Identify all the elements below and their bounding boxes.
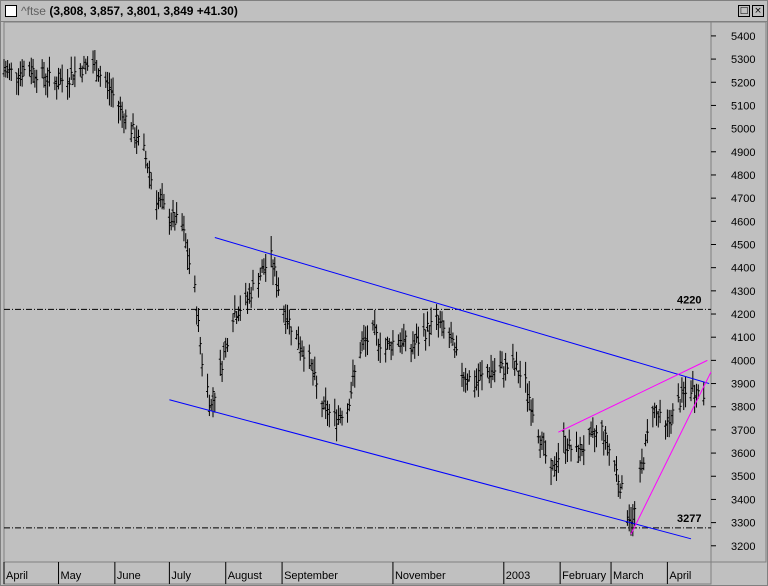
x-tick-label: August: [228, 570, 262, 582]
y-tick-label: 4100: [731, 332, 755, 344]
y-tick-label: 3800: [731, 402, 755, 414]
y-tick-label: 5300: [731, 54, 755, 66]
x-tick-label: April: [669, 570, 691, 582]
y-tick-label: 3600: [731, 448, 755, 460]
y-tick-label: 3400: [731, 494, 755, 506]
x-tick-label: April: [6, 570, 28, 582]
y-tick-label: 4000: [731, 355, 755, 367]
y-tick-label: 3500: [731, 471, 755, 483]
y-tick-label: 4400: [731, 263, 755, 275]
y-tick-label: 5200: [731, 77, 755, 89]
x-tick-label: June: [117, 570, 141, 582]
y-tick-label: 3900: [731, 379, 755, 391]
y-tick-label: 4800: [731, 170, 755, 182]
y-tick-label: 5400: [731, 31, 755, 43]
plot-area: [3, 21, 712, 563]
price-chart: 3200 3300 3400 3500 3600 3700 3800 3900 4000 4100…: [2, 21, 767, 585]
x-tick-label: March: [613, 570, 644, 582]
x-tick-label: July: [171, 570, 191, 582]
y-tick-label: 4600: [731, 216, 755, 228]
y-tick-label: 5000: [731, 124, 755, 136]
y-tick-label: 3300: [731, 518, 755, 530]
y-tick-label: 3200: [731, 541, 755, 553]
x-tick-label: February: [562, 570, 607, 582]
x-tick-label: September: [284, 570, 338, 582]
x-tick-label: November: [395, 570, 446, 582]
y-tick-label: 4200: [731, 309, 755, 321]
y-tick-label: 4900: [731, 147, 755, 159]
y-tick-label: 3700: [731, 425, 755, 437]
reference-line-label: 4220: [677, 294, 701, 306]
y-tick-label: 4700: [731, 193, 755, 205]
reference-line-label: 3277: [677, 513, 701, 525]
x-tick-label: May: [61, 570, 82, 582]
y-tick-label: 4300: [731, 286, 755, 298]
x-tick-label: 2003: [506, 570, 530, 582]
y-tick-label: 4500: [731, 239, 755, 251]
y-tick-label: 5100: [731, 100, 755, 112]
